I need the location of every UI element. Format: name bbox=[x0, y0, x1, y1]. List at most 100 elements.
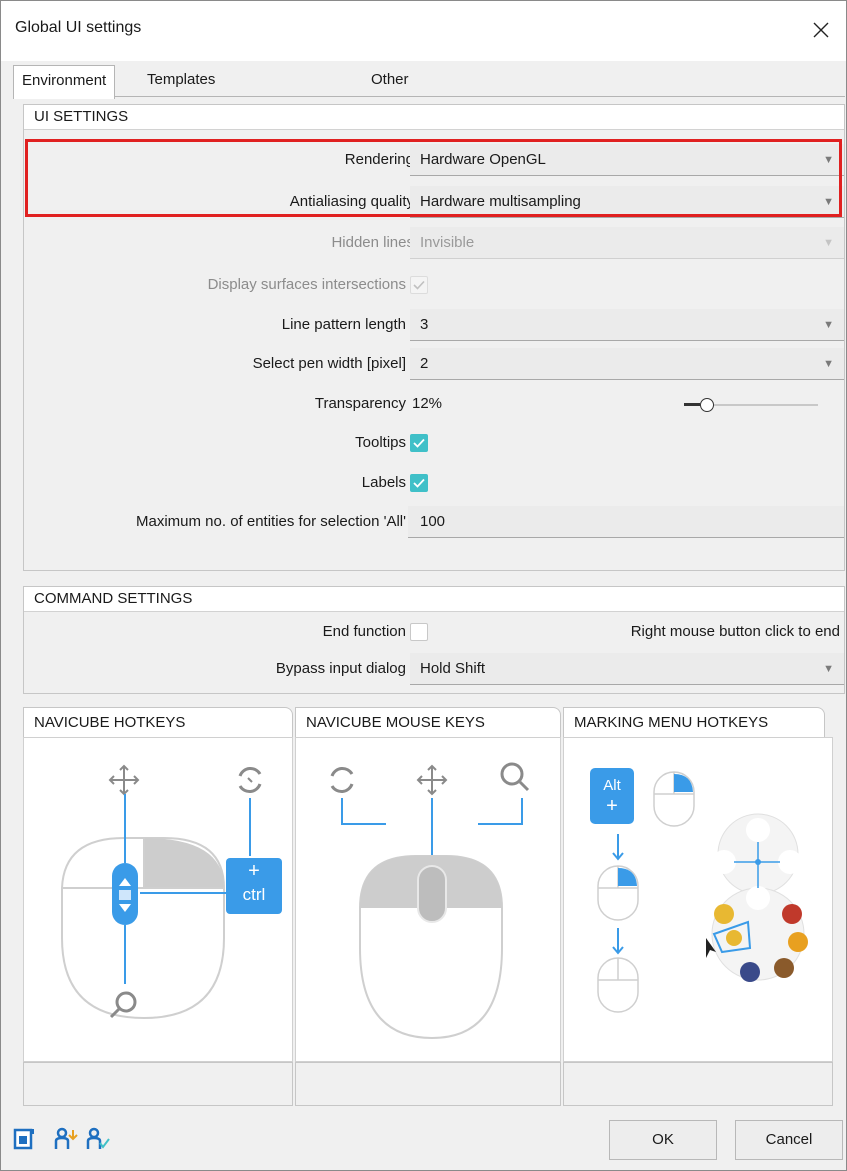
pen-width-row: Select pen width [pixel] 2 ▼ bbox=[24, 346, 844, 382]
chevron-down-icon: ▼ bbox=[823, 319, 834, 331]
surfaces-intersections-row: Display surfaces intersections bbox=[24, 267, 844, 303]
small-mouse-icon bbox=[597, 957, 639, 1013]
chevron-down-icon: ▼ bbox=[823, 663, 834, 675]
hidden-lines-value: Invisible bbox=[420, 234, 475, 251]
tab-environment[interactable]: Environment bbox=[13, 65, 116, 99]
rotate-icon bbox=[238, 767, 262, 793]
tooltips-label: Tooltips bbox=[355, 434, 406, 451]
antialiasing-select[interactable]: Hardware multisampling ▼ bbox=[410, 186, 844, 218]
surfaces-intersections-checkbox bbox=[410, 276, 428, 294]
rendering-select[interactable]: Hardware OpenGL ▼ bbox=[410, 144, 844, 176]
marking-menu-panel: Alt + bbox=[563, 737, 833, 1062]
dialog-footer: OK Cancel bbox=[1, 1106, 846, 1170]
close-icon bbox=[813, 22, 829, 38]
ui-settings-header: UI SETTINGS bbox=[24, 105, 844, 130]
transparency-label: Transparency bbox=[314, 395, 406, 412]
close-button[interactable] bbox=[802, 11, 840, 49]
chevron-down-icon: ▼ bbox=[823, 358, 834, 370]
pen-width-value: 2 bbox=[420, 355, 429, 372]
max-entities-value: 100 bbox=[420, 513, 446, 530]
transparency-slider[interactable] bbox=[684, 396, 824, 414]
check-icon bbox=[413, 478, 425, 488]
user-import-icon bbox=[54, 1127, 78, 1149]
labels-row: Labels bbox=[24, 465, 844, 501]
slider-thumb[interactable] bbox=[700, 398, 714, 412]
rotate-icon bbox=[330, 767, 354, 793]
line-pattern-row: Line pattern length 3 ▼ bbox=[24, 307, 844, 343]
rendering-label: Rendering bbox=[344, 151, 414, 168]
small-mouse-icon bbox=[597, 865, 639, 921]
radial-menu-icon bbox=[706, 813, 808, 982]
pan-icon bbox=[108, 764, 140, 796]
pan-icon bbox=[416, 764, 448, 796]
chevron-down-icon: ▼ bbox=[823, 196, 834, 208]
max-entities-label: Maximum no. of entities for selection 'A… bbox=[136, 513, 406, 530]
tab-templates-directories[interactable]: Templates & directories bbox=[139, 65, 224, 148]
check-icon bbox=[413, 280, 425, 290]
end-function-label: End function bbox=[322, 623, 406, 640]
chevron-down-icon: ▼ bbox=[823, 237, 834, 249]
labels-checkbox[interactable] bbox=[410, 474, 428, 492]
hidden-lines-select: Invisible ▼ bbox=[410, 227, 844, 259]
check-icon bbox=[413, 438, 425, 448]
import-user-settings-button[interactable] bbox=[53, 1126, 79, 1152]
ok-button[interactable]: OK bbox=[609, 1120, 717, 1160]
zoom-icon bbox=[500, 762, 530, 792]
end-function-hint: Right mouse button click to end bbox=[630, 623, 840, 640]
window-title: Global UI settings bbox=[15, 19, 142, 36]
small-mouse-icon bbox=[653, 771, 695, 827]
end-function-row: End function Right mouse button click to… bbox=[24, 614, 844, 650]
navicube-hotkeys-footer bbox=[23, 1062, 293, 1106]
chevron-down-icon: ▼ bbox=[823, 154, 834, 166]
tooltips-checkbox[interactable] bbox=[410, 434, 428, 452]
line-pattern-value: 3 bbox=[420, 316, 429, 333]
pen-width-label: Select pen width [pixel] bbox=[252, 355, 406, 372]
command-settings-section: COMMAND SETTINGS End function Right mous… bbox=[23, 586, 845, 694]
bypass-row: Bypass input dialog Hold Shift ▼ bbox=[24, 651, 844, 687]
line-pattern-label: Line pattern length bbox=[281, 316, 406, 333]
bypass-select[interactable]: Hold Shift ▼ bbox=[410, 653, 844, 685]
rendering-row: Rendering Hardware OpenGL ▼ bbox=[24, 142, 844, 178]
tab-other[interactable]: Other bbox=[363, 65, 417, 97]
marking-menu-illustration: Alt + bbox=[590, 768, 808, 1013]
navicube-hotkeys-tab[interactable]: NAVICUBE HOTKEYS bbox=[23, 707, 293, 737]
bypass-label: Bypass input dialog bbox=[275, 660, 406, 677]
export-settings-button[interactable] bbox=[11, 1126, 37, 1152]
cancel-button[interactable]: Cancel bbox=[735, 1120, 843, 1160]
hidden-lines-row: Hidden lines Invisible ▼ bbox=[24, 225, 844, 261]
antialiasing-row: Antialiasing quality Hardware multisampl… bbox=[24, 184, 844, 220]
antialiasing-value: Hardware multisampling bbox=[420, 193, 581, 210]
marking-menu-footer bbox=[563, 1062, 833, 1106]
alt-key-label: Alt bbox=[603, 777, 621, 794]
title-bar: Global UI settings bbox=[1, 1, 846, 61]
max-entities-row: Maximum no. of entities for selection 'A… bbox=[24, 504, 844, 540]
svg-text:+: + bbox=[248, 860, 260, 882]
tooltips-row: Tooltips bbox=[24, 425, 844, 461]
line-pattern-select[interactable]: 3 ▼ bbox=[410, 309, 844, 341]
antialiasing-label: Antialiasing quality bbox=[289, 193, 414, 210]
ctrl-key-label: ctrl bbox=[243, 885, 266, 904]
transparency-value: 12% bbox=[412, 395, 443, 412]
marking-menu-hotkeys-tab[interactable]: MARKING MENU HOTKEYS bbox=[563, 707, 825, 737]
mouse-keys-illustration bbox=[330, 762, 530, 1040]
rendering-value: Hardware OpenGL bbox=[420, 151, 546, 168]
reset-user-settings-button[interactable] bbox=[85, 1126, 111, 1152]
end-function-checkbox[interactable] bbox=[410, 623, 428, 641]
hidden-lines-label: Hidden lines bbox=[331, 234, 414, 251]
mouse-hotkeys-illustration: + ctrl bbox=[61, 764, 282, 1020]
max-entities-input[interactable]: 100 bbox=[408, 506, 844, 538]
settings-dialog: Global UI settings Environment Templates… bbox=[0, 0, 847, 1171]
navicube-hotkeys-panel: + ctrl bbox=[23, 737, 293, 1062]
transparency-row: Transparency 12% bbox=[24, 386, 844, 422]
surfaces-intersections-label: Display surfaces intersections bbox=[207, 276, 406, 293]
user-check-icon bbox=[86, 1127, 110, 1149]
command-settings-header: COMMAND SETTINGS bbox=[24, 587, 844, 612]
slider-fill bbox=[684, 403, 700, 406]
pen-width-select[interactable]: 2 ▼ bbox=[410, 348, 844, 380]
navicube-mouse-keys-tab[interactable]: NAVICUBE MOUSE KEYS bbox=[295, 707, 561, 737]
labels-label: Labels bbox=[361, 474, 406, 491]
mouse-shape bbox=[359, 855, 503, 1040]
bypass-value: Hold Shift bbox=[420, 660, 486, 677]
svg-text:+: + bbox=[606, 795, 618, 817]
mouse-shape bbox=[61, 837, 225, 1020]
